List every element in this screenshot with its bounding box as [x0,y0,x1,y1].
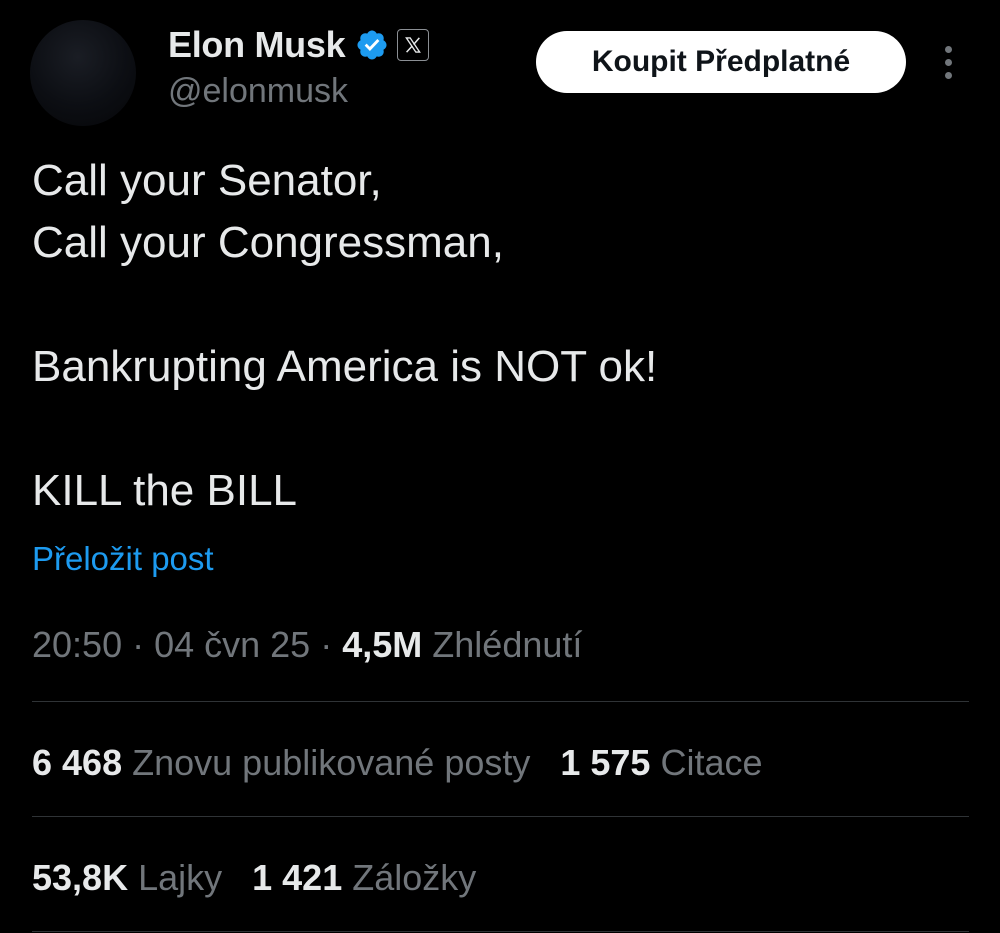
x-logo-icon[interactable] [397,29,430,61]
likes-label: Lajky [138,857,223,898]
tweet-line: Call your Senator, [32,156,382,205]
tweet-line [32,274,962,336]
bookmarks-label: Záložky [352,857,477,898]
tweet-line [32,398,962,460]
author-block: Elon Musk @elonmusk [168,24,430,111]
meta-separator: · [310,624,343,665]
author-name[interactable]: Elon Musk [168,24,346,66]
likes-stat[interactable]: 53,8K Lajky [32,857,222,899]
views-count: 4,5M [342,624,423,665]
tweet-line: KILL the BILL [32,466,298,515]
subscribe-button[interactable]: Koupit Předplatné [536,31,906,93]
author-name-row: Elon Musk [168,24,430,66]
reposts-stat[interactable]: 6 468 Znovu publikované posty [32,742,530,784]
divider [32,816,969,817]
more-dot [944,71,952,79]
reposts-count: 6 468 [32,742,123,783]
tweet-meta: 20:50 · 04 čvn 25 · 4,5M Zhlédnutí [32,624,582,666]
author-handle[interactable]: @elonmusk [168,72,429,111]
bookmarks-count: 1 421 [252,857,343,898]
tweet-line: Bankrupting America is NOT ok! [32,342,658,391]
tweet-time[interactable]: 20:50 [32,624,122,665]
likes-count: 53,8K [32,857,129,898]
divider [32,931,969,932]
tweet-line: Call your Congressman, [32,218,504,267]
translate-post-link[interactable]: Přeložit post [32,540,214,578]
reposts-label: Znovu publikované posty [132,742,531,783]
more-dot [944,45,952,53]
verified-badge-icon[interactable] [355,28,389,62]
views-label: Zhlédnutí [432,624,583,665]
more-dot [944,58,952,66]
x-logo-glyph-icon [405,37,422,53]
quotes-stat[interactable]: 1 575 Citace [560,742,762,784]
bookmarks-stat[interactable]: 1 421 Záložky [252,857,476,899]
more-options-icon[interactable] [930,38,966,86]
divider [32,701,969,702]
meta-separator: · [122,624,155,665]
tweet-text: Call your Senator, Call your Congressman… [32,150,962,522]
quotes-count: 1 575 [560,742,651,783]
stats-row-likes: 53,8K Lajky 1 421 Záložky [32,857,506,899]
stats-row-reposts: 6 468 Znovu publikované posty 1 575 Citac… [32,742,793,784]
tweet-date[interactable]: 04 čvn 25 [154,624,310,665]
quotes-label: Citace [660,742,763,783]
avatar[interactable] [30,20,136,126]
